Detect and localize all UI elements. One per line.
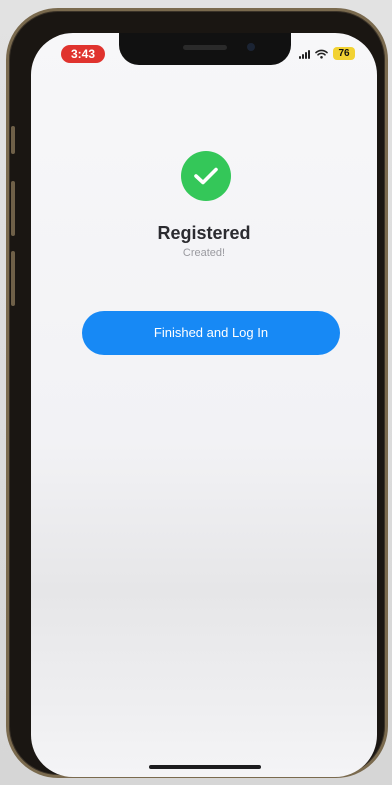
finish-login-button[interactable]: Finished and Log In (82, 311, 340, 355)
volume-up-button (11, 181, 15, 236)
signal-icon (299, 49, 310, 59)
checkmark-circle-icon (181, 151, 231, 201)
phone-screen: 3:43 76 Registered Created! Finished and… (31, 33, 377, 777)
checkmark-icon (194, 167, 218, 185)
status-icons: 76 (299, 47, 355, 60)
wifi-icon (315, 49, 328, 59)
phone-body: 3:43 76 Registered Created! Finished and… (6, 8, 388, 778)
device-frame: 3:43 76 Registered Created! Finished and… (0, 0, 392, 785)
volume-down-button (11, 251, 15, 306)
notch (119, 33, 291, 65)
page-subtitle: Created! (182, 247, 226, 259)
earpiece-speaker (183, 45, 227, 50)
battery-icon: 76 (333, 47, 355, 60)
mute-switch (11, 126, 15, 154)
page-title: Registered (157, 223, 251, 243)
status-time: 3:43 (61, 45, 105, 63)
front-camera (247, 43, 255, 51)
home-indicator[interactable] (149, 765, 261, 769)
